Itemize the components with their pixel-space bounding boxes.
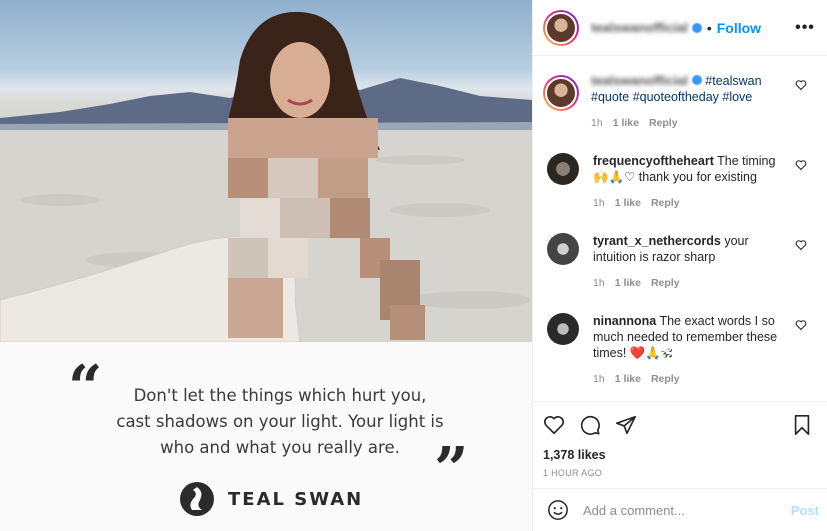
likes-count[interactable]: 1,378 likes bbox=[543, 448, 817, 462]
bookmark-icon[interactable] bbox=[791, 414, 813, 436]
author-username[interactable]: tealswanofficial bbox=[591, 20, 688, 35]
caption-username[interactable]: tealswanofficial bbox=[591, 73, 688, 88]
brand-name: TEAL SWAN bbox=[228, 488, 364, 510]
verified-badge-icon bbox=[691, 75, 702, 85]
reply-button[interactable]: Reply bbox=[651, 275, 680, 291]
caption-time: 1h bbox=[591, 117, 603, 129]
commenter-avatar[interactable] bbox=[547, 153, 579, 185]
comment-likes[interactable]: 1 like bbox=[615, 275, 641, 291]
emoji-smiley-icon[interactable] bbox=[547, 499, 569, 521]
verified-badge-icon bbox=[691, 22, 702, 33]
like-heart-icon[interactable] bbox=[543, 414, 565, 436]
commenter-username[interactable]: ninannona bbox=[593, 314, 656, 328]
author-info: tealswanofficial • Follow bbox=[591, 20, 761, 36]
reply-button[interactable]: Reply bbox=[651, 371, 680, 387]
swan-logo-icon bbox=[180, 482, 214, 516]
comment-item: frequencyoftheheart The timing 🙌🙏♡ thank… bbox=[543, 153, 817, 211]
like-heart-icon[interactable] bbox=[795, 159, 807, 171]
action-row bbox=[543, 412, 817, 438]
quote-text: Don't let the things which hurt you, cas… bbox=[80, 383, 480, 461]
comment-likes[interactable]: 1 like bbox=[615, 371, 641, 387]
add-comment-bar: Post bbox=[533, 488, 827, 531]
comment-meta: 1h 1 like Reply bbox=[593, 195, 783, 211]
reply-button[interactable]: Reply bbox=[649, 115, 678, 131]
post-photo bbox=[0, 0, 532, 342]
caption-body: tealswanofficial #tealswan #quote #quote… bbox=[591, 73, 781, 131]
instagram-post-view: “ Don't let the things which hurt you, c… bbox=[0, 0, 827, 531]
post-actions: 1,378 likes 1 HOUR AGO bbox=[533, 401, 827, 478]
post-sidebar: tealswanofficial • Follow ••• tealswanof… bbox=[532, 0, 827, 531]
quote-line: who and what you really are. bbox=[160, 438, 400, 457]
comments-list[interactable]: tealswanofficial #tealswan #quote #quote… bbox=[533, 57, 827, 401]
like-heart-icon[interactable] bbox=[795, 79, 807, 91]
comment-body: ninannona The exact words I so much need… bbox=[593, 313, 783, 387]
commenter-avatar[interactable] bbox=[547, 313, 579, 345]
comment-meta: 1h 1 like Reply bbox=[593, 275, 783, 291]
like-heart-icon[interactable] bbox=[795, 239, 807, 251]
close-quote-mark: ” bbox=[434, 435, 469, 505]
comment-bubble-icon[interactable] bbox=[579, 414, 601, 436]
brand-logo: TEAL SWAN bbox=[178, 480, 363, 518]
author-avatar[interactable] bbox=[543, 9, 579, 46]
share-paper-plane-icon[interactable] bbox=[615, 414, 637, 436]
caption: tealswanofficial #tealswan #quote #quote… bbox=[543, 73, 817, 131]
commenter-avatar[interactable] bbox=[547, 233, 579, 265]
like-heart-icon[interactable] bbox=[795, 319, 807, 331]
comment-body: frequencyoftheheart The timing 🙌🙏♡ thank… bbox=[593, 153, 783, 211]
post-media[interactable]: “ Don't let the things which hurt you, c… bbox=[0, 0, 532, 531]
comment-item: tyrant_x_nethercords your intuition is r… bbox=[543, 233, 817, 291]
post-comment-button[interactable]: Post bbox=[791, 503, 819, 518]
comment-time: 1h bbox=[593, 197, 605, 209]
quote-card: “ Don't let the things which hurt you, c… bbox=[0, 342, 532, 531]
reply-button[interactable]: Reply bbox=[651, 195, 680, 211]
comment-body: tyrant_x_nethercords your intuition is r… bbox=[593, 233, 783, 291]
comment-item: ninannona The exact words I so much need… bbox=[543, 313, 817, 387]
post-header: tealswanofficial • Follow ••• bbox=[533, 0, 827, 56]
photo-scene bbox=[0, 11, 532, 342]
separator-dot: • bbox=[706, 19, 712, 36]
quote-line: Don't let the things which hurt you, bbox=[133, 386, 427, 405]
caption-avatar[interactable] bbox=[543, 75, 579, 111]
comment-likes[interactable]: 1 like bbox=[615, 195, 641, 211]
caption-likes[interactable]: 1 like bbox=[613, 115, 639, 131]
comment-time: 1h bbox=[593, 277, 605, 289]
caption-meta: 1h 1 like Reply bbox=[591, 115, 781, 131]
commenter-username[interactable]: frequencyoftheheart bbox=[593, 154, 714, 168]
quote-line: cast shadows on your light. Your light i… bbox=[116, 412, 444, 431]
post-timestamp: 1 HOUR AGO bbox=[543, 468, 603, 478]
more-options-button[interactable]: ••• bbox=[793, 19, 817, 37]
follow-button[interactable]: Follow bbox=[717, 20, 761, 36]
comment-time: 1h bbox=[593, 373, 605, 385]
comment-meta: 1h 1 like Reply bbox=[593, 371, 783, 387]
comment-input[interactable] bbox=[583, 502, 791, 518]
commenter-username[interactable]: tyrant_x_nethercords bbox=[593, 234, 721, 248]
